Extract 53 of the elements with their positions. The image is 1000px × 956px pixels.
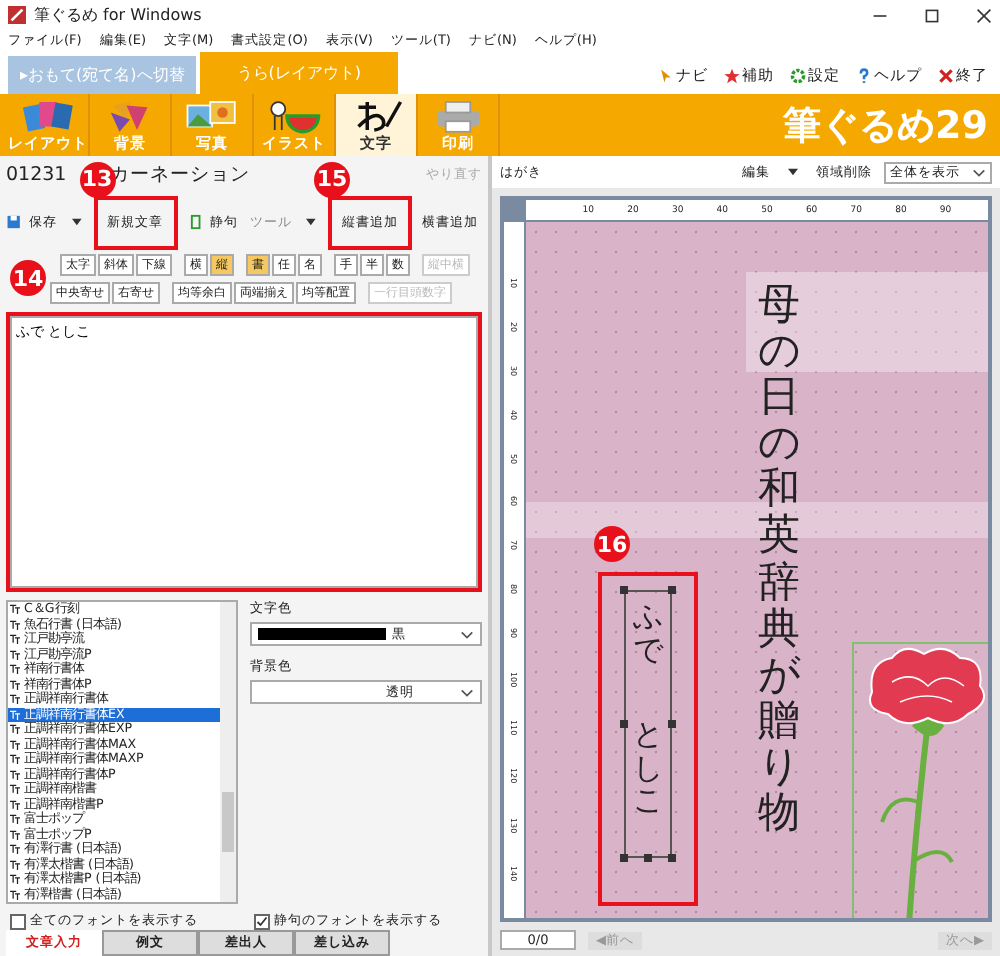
scrollbar[interactable]	[220, 602, 236, 902]
save-icon	[6, 214, 22, 230]
settings-icon	[790, 67, 806, 83]
close-icon[interactable]	[976, 7, 992, 23]
caret-icon[interactable]	[306, 218, 316, 226]
callout-frame	[93, 195, 177, 249]
chevron-icon[interactable]	[460, 629, 474, 639]
font-icon	[10, 889, 20, 900]
name-text: ふで	[633, 600, 663, 666]
callout-frame	[328, 195, 412, 249]
checkbox[interactable]	[254, 913, 270, 929]
cards-icon	[20, 98, 76, 134]
star-icon	[724, 67, 740, 83]
window-title: 筆ぐるめ for Windows	[34, 4, 202, 26]
maximize-icon[interactable]	[924, 7, 940, 23]
app-icon	[8, 6, 26, 24]
font-icon	[10, 724, 20, 735]
question-icon	[856, 67, 872, 83]
chevron-icon[interactable]	[460, 687, 474, 697]
font-icon	[10, 694, 20, 705]
callout-badge: 16	[594, 526, 630, 562]
name-text: としこ	[633, 718, 663, 817]
font-icon	[10, 799, 20, 810]
close-icon	[938, 67, 954, 83]
brand-logo: 筆ぐるめ29	[783, 101, 990, 151]
vertical-heading: 母の日の和英辞典が贈り物	[758, 282, 800, 837]
chevron-icon[interactable]	[972, 167, 986, 177]
caret-icon[interactable]	[788, 168, 798, 176]
selected-text-box[interactable]: ふで としこ	[624, 590, 672, 858]
font-icon	[10, 679, 20, 690]
font-icon	[10, 709, 20, 720]
font-icon	[10, 859, 20, 870]
font-icon	[10, 664, 20, 675]
font-icon	[10, 784, 20, 795]
font-icon	[10, 829, 20, 840]
font-icon	[10, 604, 20, 615]
font-icon	[10, 769, 20, 780]
font-icon	[10, 634, 20, 645]
caret-icon[interactable]	[71, 218, 81, 226]
font-icon	[10, 754, 20, 765]
callout-badge: 13	[79, 161, 115, 197]
watermelon-icon	[266, 98, 322, 134]
font-icon	[10, 619, 20, 630]
font-icon	[10, 874, 20, 885]
callout-badge: 15	[314, 161, 350, 197]
font-icon	[10, 844, 20, 855]
frame-icon	[187, 214, 203, 230]
cursor-icon	[658, 67, 674, 83]
font-icon	[10, 814, 20, 825]
font-icon	[10, 649, 20, 660]
document-title: 01231	[6, 163, 67, 185]
font-icon	[10, 739, 20, 750]
checkbox[interactable]	[10, 913, 26, 929]
